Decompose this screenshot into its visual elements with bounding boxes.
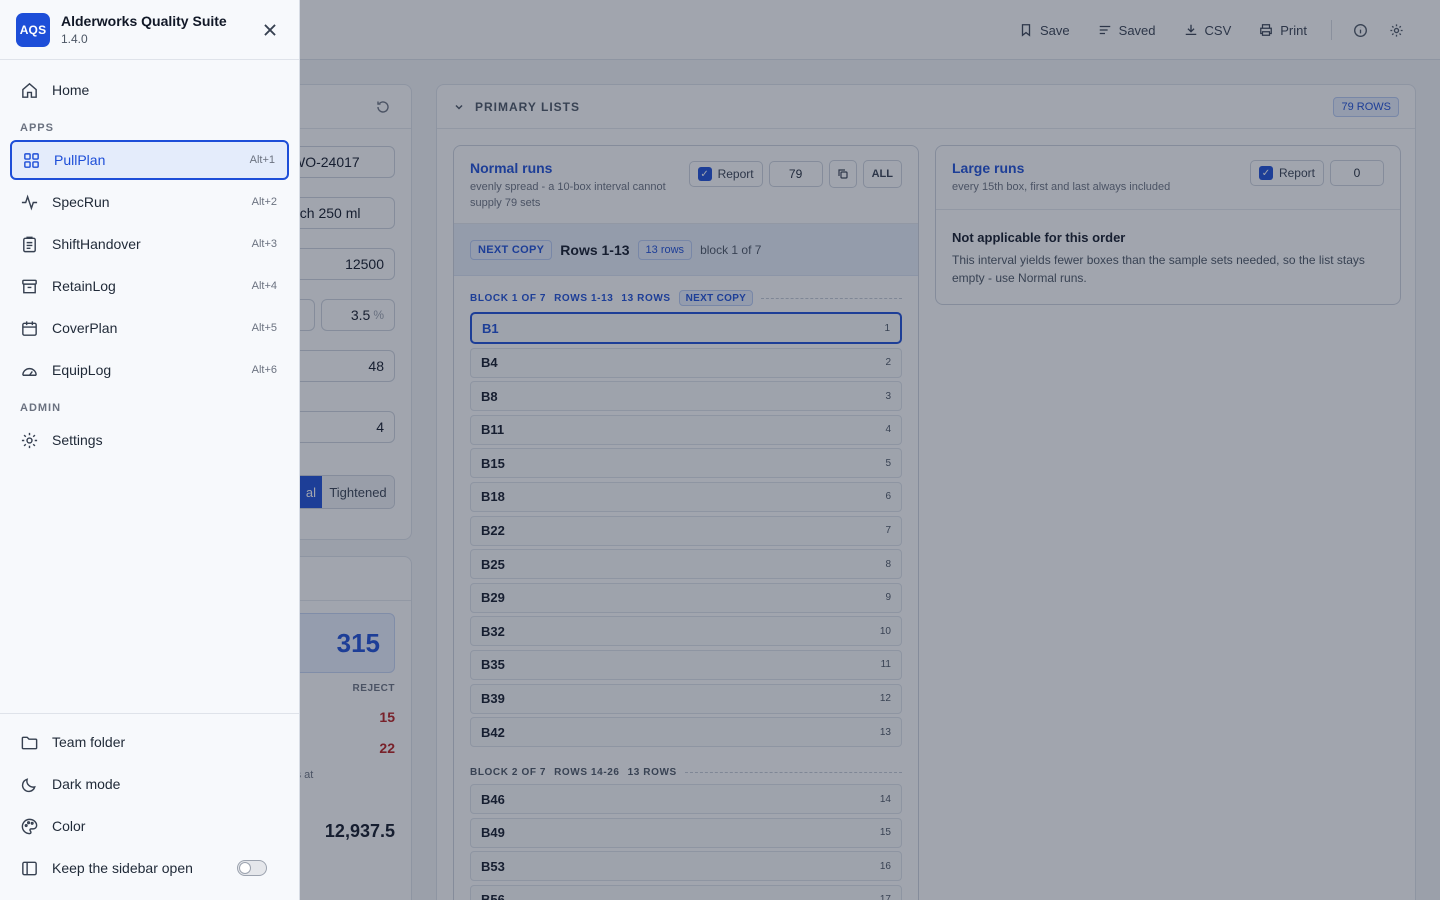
app-logo: AQS bbox=[16, 12, 50, 47]
palette-icon bbox=[21, 818, 38, 834]
sidebar-item-coverplan[interactable]: CoverPlan Alt+5 bbox=[10, 308, 289, 348]
sidebar-item-label: Home bbox=[52, 82, 90, 98]
shortcut-hint: Alt+2 bbox=[251, 196, 277, 208]
shortcut-hint: Alt+5 bbox=[251, 322, 277, 334]
sidebar-item-home[interactable]: Home bbox=[10, 70, 289, 110]
gauge-icon bbox=[22, 367, 37, 376]
archive-icon bbox=[22, 279, 37, 293]
sidebar-item-label: EquipLog bbox=[52, 362, 112, 378]
sidebar-item-retainlog[interactable]: RetainLog Alt+4 bbox=[10, 266, 289, 306]
sidebar-item-label: Dark mode bbox=[52, 776, 121, 792]
sidebar-header: AQS Alderworks Quality Suite 1.4.0 bbox=[0, 0, 299, 60]
sidebar-item-label: ShiftHandover bbox=[52, 236, 141, 252]
sidebar-item-specrun[interactable]: SpecRun Alt+2 bbox=[10, 182, 289, 222]
sidebar-item-pullplan[interactable]: PullPlan Alt+1 bbox=[10, 140, 289, 180]
sidebar-item-label: SpecRun bbox=[52, 194, 110, 210]
sidebar-item-label: Team folder bbox=[52, 734, 126, 750]
app-version: 1.4.0 bbox=[61, 32, 88, 46]
sidebar-item-label: Settings bbox=[52, 432, 103, 448]
sidebar: AQS Alderworks Quality Suite 1.4.0 Home … bbox=[0, 0, 300, 900]
sidebar-item-label: CoverPlan bbox=[52, 320, 118, 336]
gear-icon bbox=[21, 432, 38, 448]
sidebar-item-label: Color bbox=[52, 818, 86, 834]
sidebar-item-label: Keep the sidebar open bbox=[52, 860, 193, 876]
sidebar-item-keep-open[interactable]: Keep the sidebar open bbox=[10, 848, 289, 888]
sidebar-nav: Home APPS PullPlan Alt+1 SpecRun Alt+2 S… bbox=[0, 60, 299, 460]
home-icon bbox=[22, 82, 37, 98]
calendar-icon bbox=[22, 320, 37, 336]
keep-open-toggle[interactable] bbox=[237, 860, 267, 876]
sidebar-item-equiplog[interactable]: EquipLog Alt+6 bbox=[10, 350, 289, 390]
sidebar-panel-icon bbox=[22, 861, 37, 875]
sidebar-item-dark-mode[interactable]: Dark mode bbox=[10, 764, 289, 804]
folder-icon bbox=[21, 736, 38, 749]
sidebar-item-team-folder[interactable]: Team folder bbox=[10, 722, 289, 762]
shortcut-hint: Alt+3 bbox=[251, 238, 277, 250]
shortcut-hint: Alt+6 bbox=[251, 364, 277, 376]
sidebar-item-label: PullPlan bbox=[54, 152, 106, 168]
admin-section-label: ADMIN bbox=[20, 402, 62, 414]
pulse-icon bbox=[21, 194, 38, 210]
grid-icon bbox=[24, 152, 39, 168]
sidebar-item-shifthandover[interactable]: ShiftHandover Alt+3 bbox=[10, 224, 289, 264]
moon-icon bbox=[21, 777, 36, 792]
sidebar-footer: Team folder Dark mode Color Keep the sid… bbox=[0, 713, 299, 900]
close-icon[interactable] bbox=[261, 21, 279, 39]
shortcut-hint: Alt+1 bbox=[249, 154, 275, 166]
sidebar-item-settings[interactable]: Settings bbox=[10, 420, 289, 460]
shortcut-hint: Alt+4 bbox=[251, 280, 277, 292]
app-name: Alderworks Quality Suite bbox=[61, 13, 227, 29]
clipboard-icon bbox=[23, 236, 36, 252]
sidebar-item-color[interactable]: Color bbox=[10, 806, 289, 846]
apps-section-label: APPS bbox=[20, 122, 54, 134]
sidebar-item-label: RetainLog bbox=[52, 278, 116, 294]
